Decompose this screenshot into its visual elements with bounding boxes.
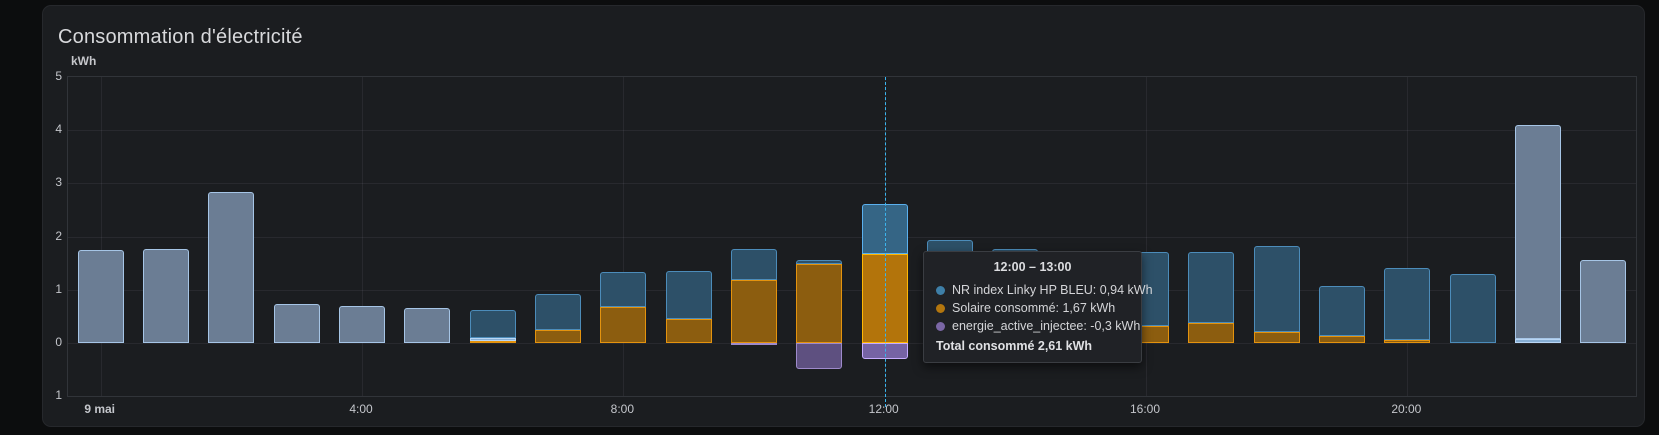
stacked-bar-20h[interactable] — [1384, 77, 1431, 396]
y-axis-tick-label: 1 — [55, 388, 62, 402]
bar-segment-hp — [600, 271, 647, 307]
tooltip-row-label: energie_active_injectee: -0,3 kWh — [952, 319, 1141, 333]
bar-segment-light — [1580, 260, 1627, 343]
tooltip-row-label: Solaire consommé: 1,67 kWh — [952, 301, 1116, 315]
bar-segment-solar — [796, 263, 843, 343]
tooltip-row-injectee: energie_active_injectee: -0,3 kWh — [936, 317, 1140, 335]
series-color-dot-blue — [936, 285, 945, 295]
series-color-dot-orange — [936, 303, 945, 313]
chart-tooltip: 12:00 – 13:00 NR index Linky HP BLEU: 0,… — [923, 251, 1153, 363]
stacked-bar-11h[interactable] — [796, 77, 843, 396]
bar-segment-solar — [1319, 335, 1365, 343]
y-axis-tick-label: 1 — [55, 281, 62, 296]
bar-segment-solar — [600, 306, 647, 343]
stacked-bar-6h[interactable] — [469, 77, 516, 396]
y-axis-unit-label: kWh — [71, 54, 97, 68]
bar-segment-hp — [665, 270, 712, 319]
stacked-bar-21h[interactable] — [1449, 77, 1496, 396]
chart-plot-area[interactable] — [67, 76, 1637, 407]
tooltip-row-label: NR index Linky HP BLEU: 0,94 kWh — [952, 283, 1153, 297]
panel-title: Consommation d'électricité — [58, 26, 303, 48]
stacked-bar-0h[interactable] — [77, 77, 124, 396]
bar-segment-hp — [469, 309, 516, 338]
bar-segment-solar — [1384, 340, 1431, 343]
bar-segment-light — [404, 307, 451, 343]
stacked-bar-1h[interactable] — [143, 77, 189, 396]
y-axis-tick-label: 3 — [55, 175, 62, 190]
stacked-bar-2h[interactable] — [208, 77, 255, 396]
bar-segment-hp — [1253, 245, 1300, 332]
bar-segment-hp — [1188, 251, 1235, 323]
stacked-bar-9h[interactable] — [665, 77, 712, 396]
stacked-bar-18h[interactable] — [1253, 77, 1300, 396]
bar-segment-light — [1515, 125, 1561, 339]
stacked-bar-22h[interactable] — [1515, 77, 1561, 396]
bar-segment-inj — [796, 342, 843, 370]
y-axis-tick-label: 2 — [55, 228, 62, 243]
bar-segment-light — [273, 303, 320, 343]
bar-segment-hp — [731, 248, 777, 280]
tooltip-time-range: 12:00 – 13:00 — [993, 260, 1072, 274]
x-axis-tick-label: 12:00 — [868, 402, 899, 416]
bar-segment-inj — [731, 342, 777, 346]
bar-segment-light — [143, 248, 189, 343]
y-axis-tick-label: 0 — [55, 334, 62, 349]
stacked-bar-8h[interactable] — [600, 77, 647, 396]
y-axis-tick-label: 5 — [55, 69, 62, 83]
bar-segment-solar — [665, 318, 712, 343]
stacked-bar-17h[interactable] — [1188, 77, 1235, 396]
bar-segment-light — [208, 191, 255, 343]
series-color-dot-purple — [936, 321, 945, 331]
panel-consommation-electricite: Consommation d'électricité kWh 12:00 – 1… — [42, 5, 1645, 427]
bar-segment-light-bright — [1515, 338, 1561, 343]
stacked-bar-4h[interactable] — [339, 77, 385, 396]
bar-segment-light-bright — [469, 337, 516, 342]
stacked-bar-23h[interactable] — [1580, 77, 1627, 396]
x-axis-tick-label: 16:00 — [1129, 402, 1161, 416]
bar-segment-solar — [731, 279, 777, 343]
bar-segment-solar — [1253, 331, 1300, 343]
tooltip-row-hp-bleu: NR index Linky HP BLEU: 0,94 kWh — [936, 281, 1153, 299]
stacked-bar-5h[interactable] — [404, 77, 451, 396]
bar-segment-hp — [1384, 268, 1431, 341]
x-axis-tick-label: 4:00 — [349, 402, 373, 416]
bar-segment-hp — [796, 260, 843, 264]
stacked-bar-10h[interactable] — [731, 77, 777, 396]
stacked-bar-7h[interactable] — [535, 77, 581, 396]
bar-segment-hp — [1449, 274, 1496, 343]
stacked-bar-19h[interactable] — [1319, 77, 1365, 396]
x-axis-tick-label: 8:00 — [610, 402, 634, 416]
x-axis-tick-label: 9 mai — [84, 402, 115, 416]
tooltip-total: Total consommé 2,61 kWh — [936, 339, 1093, 353]
stacked-bar-3h[interactable] — [273, 77, 320, 396]
bar-segment-light — [77, 250, 124, 343]
tooltip-row-solaire: Solaire consommé: 1,67 kWh — [936, 299, 1129, 317]
crosshair-line — [884, 77, 886, 407]
bar-segment-light — [339, 305, 385, 343]
bar-segment-solar — [535, 329, 581, 343]
y-axis-tick-label: 4 — [55, 122, 62, 137]
bar-segment-hp — [1319, 285, 1365, 336]
bar-segment-hp — [535, 293, 581, 330]
bar-segment-solar — [1188, 322, 1235, 343]
x-axis-tick-label: 20:00 — [1391, 402, 1422, 416]
